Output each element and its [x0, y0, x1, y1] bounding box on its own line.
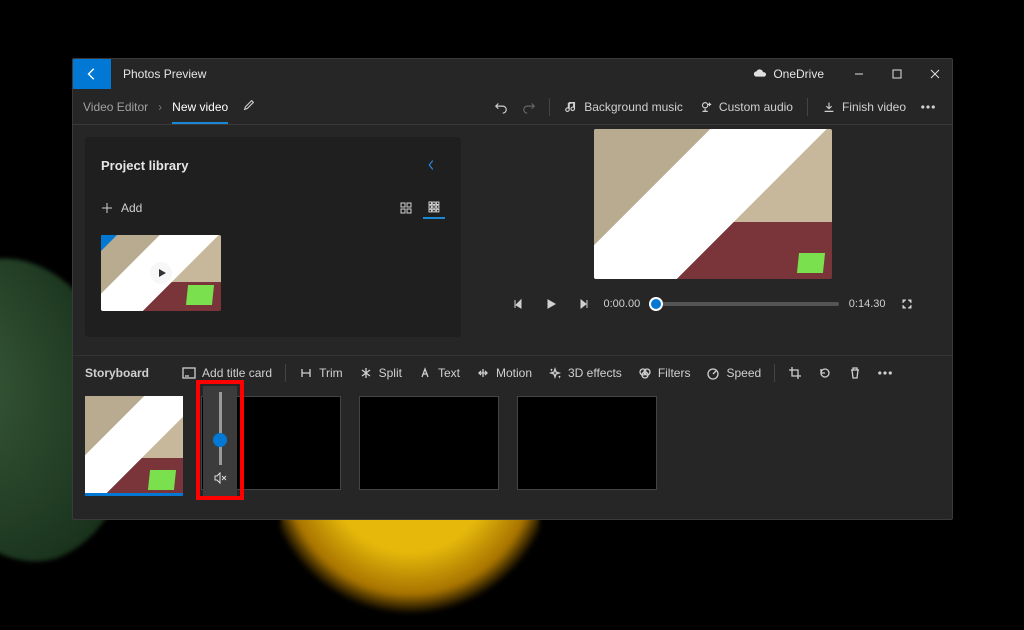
- clip-duration: 14.83: [91, 469, 116, 480]
- breadcrumb-video-editor[interactable]: Video Editor: [83, 100, 148, 114]
- app-title: Photos Preview: [123, 67, 753, 81]
- split-label: Split: [379, 366, 402, 380]
- filters-label: Filters: [658, 366, 691, 380]
- storyboard-title: Storyboard: [85, 366, 149, 380]
- volume-slider[interactable]: [219, 392, 222, 465]
- breadcrumb-current[interactable]: New video: [172, 100, 228, 114]
- music-icon: [564, 100, 578, 114]
- view-large-button[interactable]: [395, 197, 417, 219]
- project-library-panel: Project library Add: [85, 137, 461, 337]
- trim-button[interactable]: Trim: [292, 356, 350, 390]
- library-item-1[interactable]: [101, 235, 221, 311]
- preview-frame-image: [594, 129, 832, 279]
- export-icon: [822, 100, 836, 114]
- sparkle-icon: [548, 366, 562, 380]
- rotate-button[interactable]: [811, 359, 839, 387]
- separator: [549, 98, 550, 116]
- seek-handle[interactable]: [649, 297, 663, 311]
- previous-frame-button[interactable]: [508, 293, 530, 315]
- window-maximize-button[interactable]: [880, 59, 914, 89]
- text-icon: [418, 366, 432, 380]
- video-preview[interactable]: [594, 129, 832, 279]
- titlebar: Photos Preview OneDrive: [73, 59, 952, 89]
- project-library-title: Project library: [101, 158, 417, 173]
- player-seek-slider[interactable]: [650, 302, 839, 306]
- delete-button[interactable]: [841, 359, 869, 387]
- finish-video-button[interactable]: Finish video: [814, 89, 914, 124]
- more-button[interactable]: [914, 93, 942, 121]
- speed-label: Speed: [726, 366, 761, 380]
- preview-column: 0:00.00 0:14.30: [473, 125, 952, 355]
- motion-button[interactable]: Motion: [469, 356, 539, 390]
- player-current-time: 0:00.00: [604, 298, 641, 310]
- split-icon: [359, 366, 373, 380]
- custom-audio-button[interactable]: Custom audio: [691, 89, 801, 124]
- title-card-icon: [182, 366, 196, 380]
- storyboard-panel: Storyboard Add title card Trim Split Tex…: [73, 355, 952, 519]
- speed-button[interactable]: Speed: [699, 356, 768, 390]
- mute-button[interactable]: [213, 465, 227, 490]
- fullscreen-button[interactable]: [896, 293, 918, 315]
- filters-icon: [638, 366, 652, 380]
- add-title-card-button[interactable]: Add title card: [175, 356, 279, 390]
- player-total-time: 0:14.30: [849, 298, 886, 310]
- clip-1[interactable]: 14.83: [85, 396, 183, 496]
- command-bar: Video Editor › New video Background musi…: [73, 89, 952, 125]
- add-title-card-label: Add title card: [202, 366, 272, 380]
- 3d-effects-label: 3D effects: [568, 366, 622, 380]
- onedrive-status[interactable]: OneDrive: [753, 67, 824, 81]
- storyboard-toolbar: Storyboard Add title card Trim Split Tex…: [73, 356, 952, 390]
- background-music-label: Background music: [584, 100, 683, 114]
- play-overlay-icon: [150, 262, 172, 284]
- custom-audio-label: Custom audio: [719, 100, 793, 114]
- trim-label: Trim: [319, 366, 343, 380]
- split-button[interactable]: Split: [352, 356, 409, 390]
- clip-thumbnail: [85, 396, 183, 496]
- volume-popup: [203, 386, 237, 496]
- clip-4[interactable]: [517, 396, 657, 490]
- window-close-button[interactable]: [918, 59, 952, 89]
- motion-label: Motion: [496, 366, 532, 380]
- back-button[interactable]: [73, 59, 111, 89]
- undo-button[interactable]: [487, 93, 515, 121]
- trim-icon: [299, 366, 313, 380]
- redo-button[interactable]: [515, 93, 543, 121]
- window-minimize-button[interactable]: [842, 59, 876, 89]
- text-label: Text: [438, 366, 460, 380]
- clip-3[interactable]: [359, 396, 499, 490]
- content-area: Project library Add: [73, 125, 952, 355]
- separator: [807, 98, 808, 116]
- collapse-library-button[interactable]: [417, 151, 445, 179]
- player-controls: 0:00.00 0:14.30: [508, 293, 918, 315]
- play-button[interactable]: [540, 293, 562, 315]
- project-library-column: Project library Add: [73, 125, 473, 355]
- app-window: Photos Preview OneDrive Video Editor › N…: [72, 58, 953, 520]
- onedrive-label: OneDrive: [773, 67, 824, 81]
- filters-button[interactable]: Filters: [631, 356, 698, 390]
- mic-plus-icon: [699, 100, 713, 114]
- speed-icon: [706, 366, 720, 380]
- volume-handle[interactable]: [213, 433, 227, 447]
- separator: [285, 364, 286, 382]
- clip-progress-bar: [85, 493, 183, 496]
- text-button[interactable]: Text: [411, 356, 467, 390]
- crop-button[interactable]: [781, 359, 809, 387]
- add-media-button[interactable]: Add: [101, 201, 142, 215]
- next-frame-button[interactable]: [572, 293, 594, 315]
- motion-icon: [476, 366, 490, 380]
- chevron-right-icon: ›: [158, 100, 162, 114]
- add-media-label: Add: [121, 201, 142, 215]
- view-small-button[interactable]: [423, 197, 445, 219]
- finish-video-label: Finish video: [842, 100, 906, 114]
- rename-button[interactable]: [242, 98, 256, 115]
- clip-track: 14.83: [73, 390, 952, 519]
- used-flag-icon: [101, 235, 117, 251]
- storyboard-more-button[interactable]: [871, 359, 899, 387]
- background-music-button[interactable]: Background music: [556, 89, 691, 124]
- cloud-icon: [753, 69, 767, 79]
- separator: [774, 364, 775, 382]
- 3d-effects-button[interactable]: 3D effects: [541, 356, 629, 390]
